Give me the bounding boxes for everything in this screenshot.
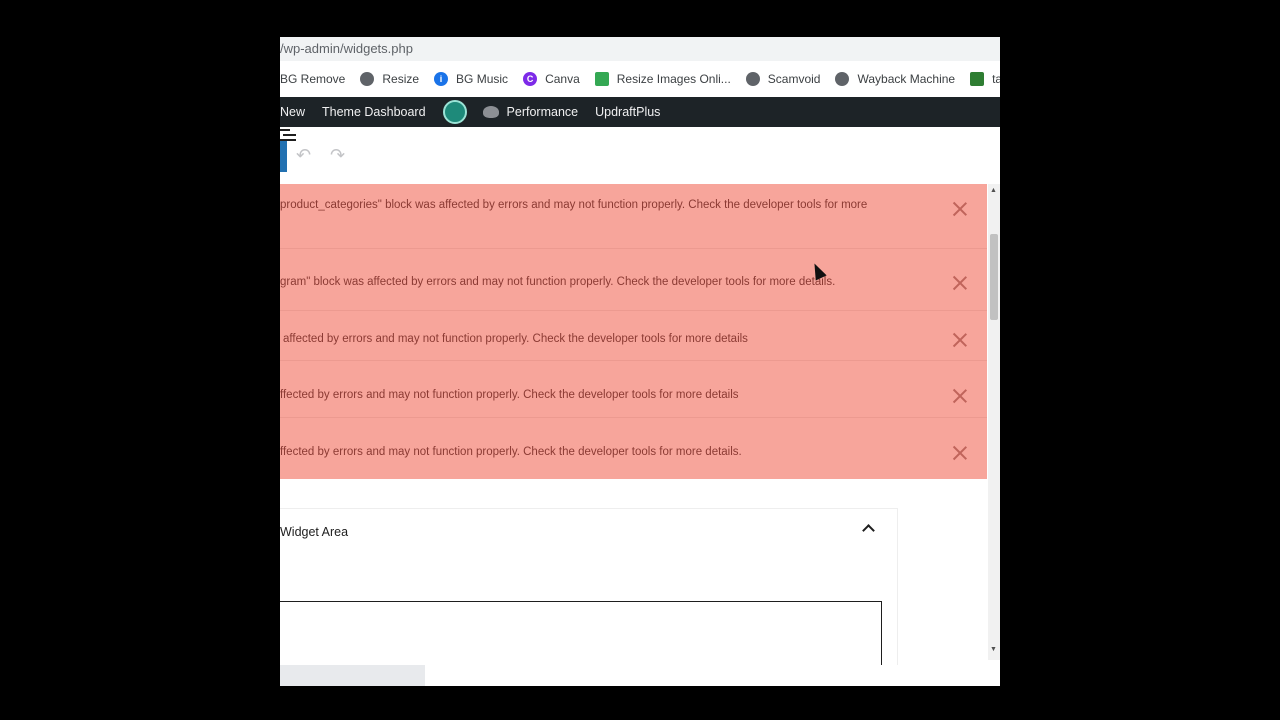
scrollbar[interactable]: ▲ ▼ xyxy=(988,184,1000,660)
error-notices: product_categories" block was affected b… xyxy=(280,184,987,479)
notice-text: product_categories" block was affected b… xyxy=(280,199,868,211)
admin-bar-theme-dashboard[interactable]: Theme Dashboard xyxy=(322,105,426,119)
address-bar[interactable]: /wp-admin/widgets.php xyxy=(280,37,1000,61)
bookmark-label: Resize xyxy=(382,72,420,86)
close-icon[interactable] xyxy=(953,276,967,290)
bookmark-tawk[interactable]: tawk xyxy=(970,72,1000,86)
notice-item: ffected by errors and may not function p… xyxy=(280,418,987,479)
list-view-icon[interactable] xyxy=(280,127,296,143)
globe-icon xyxy=(835,72,850,86)
bookmark-label: Scamvoid xyxy=(767,72,821,86)
bookmark-scamvoid[interactable]: Scamvoid xyxy=(745,72,821,86)
scroll-up-icon[interactable]: ▲ xyxy=(990,187,997,194)
scrollbar-thumb[interactable] xyxy=(990,234,998,320)
scroll-down-icon[interactable]: ▼ xyxy=(990,646,997,653)
notice-text: ffected by errors and may not function p… xyxy=(280,446,742,458)
bookmark-resize[interactable]: Resize xyxy=(360,72,419,86)
avatar[interactable] xyxy=(442,100,467,124)
admin-bar-updraftplus[interactable]: UpdraftPlus xyxy=(595,105,660,119)
bookmark-label: BG Music xyxy=(456,72,509,86)
notice-text: affected by errors and may not function … xyxy=(283,333,748,345)
browser-viewport: /wp-admin/widgets.php BG Remove Resize i… xyxy=(280,37,1000,686)
tawk-icon xyxy=(970,72,985,86)
editor-toolbar: ↶ ↷ xyxy=(280,127,1000,181)
performance-icon xyxy=(482,106,499,118)
redo-icon[interactable]: ↷ xyxy=(330,145,345,166)
bookmark-bg-remove[interactable]: BG Remove xyxy=(280,72,345,86)
close-icon[interactable] xyxy=(953,202,967,216)
widget-area-panel: Widget Area xyxy=(280,509,897,681)
bottom-tab[interactable] xyxy=(280,665,425,686)
notice-text: gram" block was affected by errors and m… xyxy=(280,276,836,288)
bookmark-bg-music[interactable]: i BG Music xyxy=(434,72,508,86)
chevron-up-icon[interactable] xyxy=(862,524,875,537)
add-block-button[interactable] xyxy=(280,140,287,172)
bookmark-canva[interactable]: C Canva xyxy=(523,72,580,86)
admin-bar-new[interactable]: New xyxy=(280,105,305,119)
bookmark-label: Resize Images Onli... xyxy=(616,72,731,86)
bg-music-icon: i xyxy=(434,72,449,86)
canva-icon: C xyxy=(523,72,538,86)
url-text: /wp-admin/widgets.php xyxy=(280,41,413,56)
close-icon[interactable] xyxy=(953,389,967,403)
close-icon[interactable] xyxy=(953,333,967,347)
notice-item: ffected by errors and may not function p… xyxy=(280,361,987,418)
admin-bar-performance[interactable]: Performance xyxy=(482,105,579,119)
globe-icon xyxy=(360,72,375,86)
resize-images-icon xyxy=(594,72,609,86)
wp-admin-bar: New Theme Dashboard Performance UpdraftP… xyxy=(280,97,1000,127)
widget-area-title[interactable]: Widget Area xyxy=(280,525,348,539)
notice-text: ffected by errors and may not function p… xyxy=(280,389,739,401)
bookmark-label: tawk xyxy=(992,72,1000,86)
bookmark-wayback-machine[interactable]: Wayback Machine xyxy=(835,72,955,86)
notice-item: affected by errors and may not function … xyxy=(280,311,987,361)
bookmarks-bar: BG Remove Resize i BG Music C Canva Resi… xyxy=(280,61,1000,97)
notice-item: product_categories" block was affected b… xyxy=(280,184,987,249)
undo-icon[interactable]: ↶ xyxy=(296,145,311,166)
bookmark-label: BG Remove xyxy=(280,72,346,86)
globe-icon xyxy=(745,72,760,86)
bookmark-resize-images[interactable]: Resize Images Onli... xyxy=(594,72,731,86)
bookmark-label: Wayback Machine xyxy=(857,72,956,86)
performance-label: Performance xyxy=(506,105,579,119)
bookmark-label: Canva xyxy=(545,72,580,86)
notice-item: gram" block was affected by errors and m… xyxy=(280,249,987,311)
bottom-strip xyxy=(280,665,1000,686)
close-icon[interactable] xyxy=(953,446,967,460)
